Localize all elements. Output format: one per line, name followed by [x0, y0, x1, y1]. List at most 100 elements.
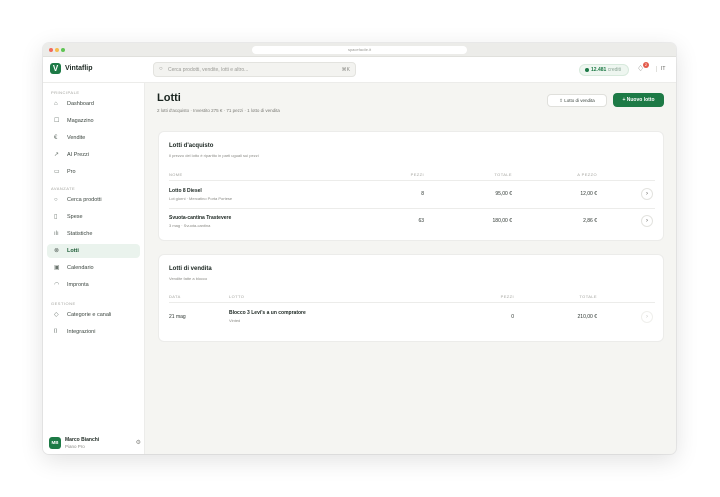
balance-badge[interactable]: 12.481 crediti	[579, 64, 629, 76]
sidebar-item-spese[interactable]: ▯ Spese	[47, 210, 140, 224]
sidebar-item-label: Dashboard	[67, 101, 94, 107]
browser-window: spacefacile.it V Vintaflip ○ Cerca prodo…	[43, 43, 676, 454]
sidebar-item-label: Integrazioni	[67, 329, 96, 335]
gear-icon[interactable]: ⚙	[136, 439, 141, 446]
lot-per-piece: 12,00 €	[580, 191, 597, 197]
sidebar-item-categorie[interactable]: ◇ Categorie e canali	[47, 308, 140, 322]
sidebar-item-impronta[interactable]: ◠ Impronta	[47, 278, 140, 292]
lot-meta: Lot giorni · Mercatino Porta Portese	[169, 196, 233, 201]
lot-name: Svuota-cantina Trastevere	[169, 215, 232, 221]
lot-total: 180,00 €	[492, 218, 512, 224]
user-name: Marco Bianchi	[65, 437, 100, 443]
search-placeholder: Cerca prodotti, vendite, lotti e altro..…	[168, 67, 249, 73]
sale-lot-button[interactable]: ⇪ Lotto di vendita	[547, 94, 607, 107]
sidebar-item-ai-prezzi[interactable]: ↗ AI Prezzi	[47, 148, 140, 162]
sale-date: 21 mag	[169, 314, 186, 320]
sale-lot-label: Lotto di vendita	[564, 98, 595, 103]
purchase-lots-title: Lotti d'acquisto	[169, 143, 214, 149]
sidebar-item-integrazioni[interactable]: ⌷ Integrazioni	[47, 325, 140, 339]
close-window-button[interactable]	[49, 48, 53, 52]
status-dot-icon	[585, 67, 589, 72]
sidebar-item-dashboard[interactable]: ⌂ Dashboard	[47, 97, 140, 111]
top-bar: V Vintaflip ○ Cerca prodotti, vendite, l…	[43, 57, 676, 83]
app-logo-icon[interactable]: V	[50, 63, 61, 74]
box-icon: ☐	[54, 118, 60, 124]
sale-lots-title: Lotti di vendita	[169, 266, 212, 272]
search-icon: ○	[54, 197, 58, 203]
sale-lots-subtitle: Vendite fatte a blocco	[169, 276, 208, 281]
sidebar-item-label: Impronta	[67, 282, 89, 288]
col-header-lot: LOTTO	[229, 294, 245, 299]
search-input[interactable]: ○ Cerca prodotti, vendite, lotti e altro…	[153, 62, 356, 77]
plug-icon: ⌷	[54, 329, 58, 335]
search-icon: ○	[159, 66, 163, 72]
lot-pieces: 8	[421, 191, 424, 197]
tag-icon: ◇	[54, 312, 59, 318]
lot-name: Lotto 8 Diesel	[169, 188, 202, 194]
sidebar-item-label: Spese	[67, 214, 83, 220]
divider	[169, 302, 655, 303]
sidebar-item-calendario[interactable]: ▣ Calendario	[47, 261, 140, 275]
maximize-window-button[interactable]	[61, 48, 65, 52]
app-name[interactable]: Vintaflip	[65, 65, 92, 72]
notification-badge: 2	[643, 62, 649, 68]
leaf-icon: ◠	[54, 282, 60, 288]
divider	[169, 180, 655, 181]
sidebar-item-pro[interactable]: ▭ Pro	[47, 165, 140, 179]
sidebar-item-label: Vendite	[67, 135, 86, 141]
sidebar-item-vendite[interactable]: € Vendite	[47, 131, 140, 145]
new-lot-label: Nuovo lotto	[626, 97, 655, 103]
lot-pieces: 63	[418, 218, 424, 224]
address-bar[interactable]: spacefacile.it	[252, 46, 467, 54]
pro-icon: ▭	[54, 169, 60, 175]
sidebar-item-lotti[interactable]: ⊗ Lotti	[47, 244, 140, 258]
new-lot-button[interactable]: + Nuovo lotto	[613, 93, 664, 107]
minimize-window-button[interactable]	[55, 48, 59, 52]
sale-lot-meta: Vinted	[229, 318, 241, 323]
search-shortcut: ⌘K	[341, 67, 350, 73]
sidebar-item-label: Cerca prodotti	[67, 197, 102, 203]
lot-per-piece: 2,86 €	[583, 218, 597, 224]
sidebar-item-label: Calendario	[67, 265, 94, 271]
sidebar-item-label: Magazzino	[67, 118, 94, 124]
plus-icon: +	[622, 97, 626, 103]
bar-chart-icon: ılı	[54, 231, 59, 237]
euro-icon: €	[54, 135, 58, 141]
section-title-main: PRINCIPALE	[51, 90, 80, 95]
page-title: Lotti	[157, 92, 181, 104]
chevron-right-icon[interactable]: ›	[641, 188, 653, 200]
purchase-lots-card: Lotti d'acquisto Il prezzo del lotto è r…	[158, 131, 664, 241]
col-header-per-piece: A PEZZO	[577, 172, 597, 177]
divider	[169, 208, 655, 209]
sidebar-item-cerca-prodotti[interactable]: ○ Cerca prodotti	[47, 193, 140, 207]
purchase-lots-subtitle: Il prezzo del lotto è ripartito in parti…	[169, 153, 259, 158]
avatar: MB	[49, 437, 61, 449]
trend-up-icon: ↗	[54, 152, 60, 158]
user-profile[interactable]: MB Marco Bianchi Piano Pro ⚙	[49, 435, 141, 451]
section-title-manage: GESTIONE	[51, 301, 76, 306]
calendar-icon: ▣	[54, 265, 60, 271]
home-icon: ⌂	[54, 101, 58, 107]
lot-meta: 3 mag · Svuota-cantina	[169, 223, 211, 228]
sidebar-item-statistiche[interactable]: ılı Statistiche	[47, 227, 140, 241]
sidebar-item-magazzino[interactable]: ☐ Magazzino	[47, 114, 140, 128]
sidebar-item-label: Pro	[67, 169, 76, 175]
language-switcher[interactable]: IT	[656, 66, 665, 72]
sale-lots-card: Lotti di vendita Vendite fatte a blocco …	[158, 254, 664, 342]
layers-icon: ⊗	[54, 248, 60, 254]
browser-chrome: spacefacile.it	[43, 43, 676, 57]
col-header-date: DATA	[169, 294, 181, 299]
sidebar: PRINCIPALE ⌂ Dashboard ☐ Magazzino € Vendit…	[43, 83, 145, 454]
receipt-icon: ▯	[54, 214, 58, 220]
col-header-total: TOTALE	[579, 294, 597, 299]
sidebar-item-label: Categorie e canali	[67, 312, 112, 318]
upload-icon: ⇪	[559, 98, 563, 103]
chevron-right-icon[interactable]: ›	[641, 215, 653, 227]
sidebar-item-label: Lotti	[67, 248, 79, 254]
col-header-pieces: PEZZI	[500, 294, 514, 299]
user-plan: Piano Pro	[65, 444, 85, 449]
sidebar-item-label: AI Prezzi	[67, 152, 90, 158]
chevron-right-icon[interactable]: ›	[641, 311, 653, 323]
sale-pieces: 0	[511, 314, 514, 320]
page-subtitle: 2 lotti d'acquisto · Investito 275 € · 7…	[157, 108, 280, 113]
